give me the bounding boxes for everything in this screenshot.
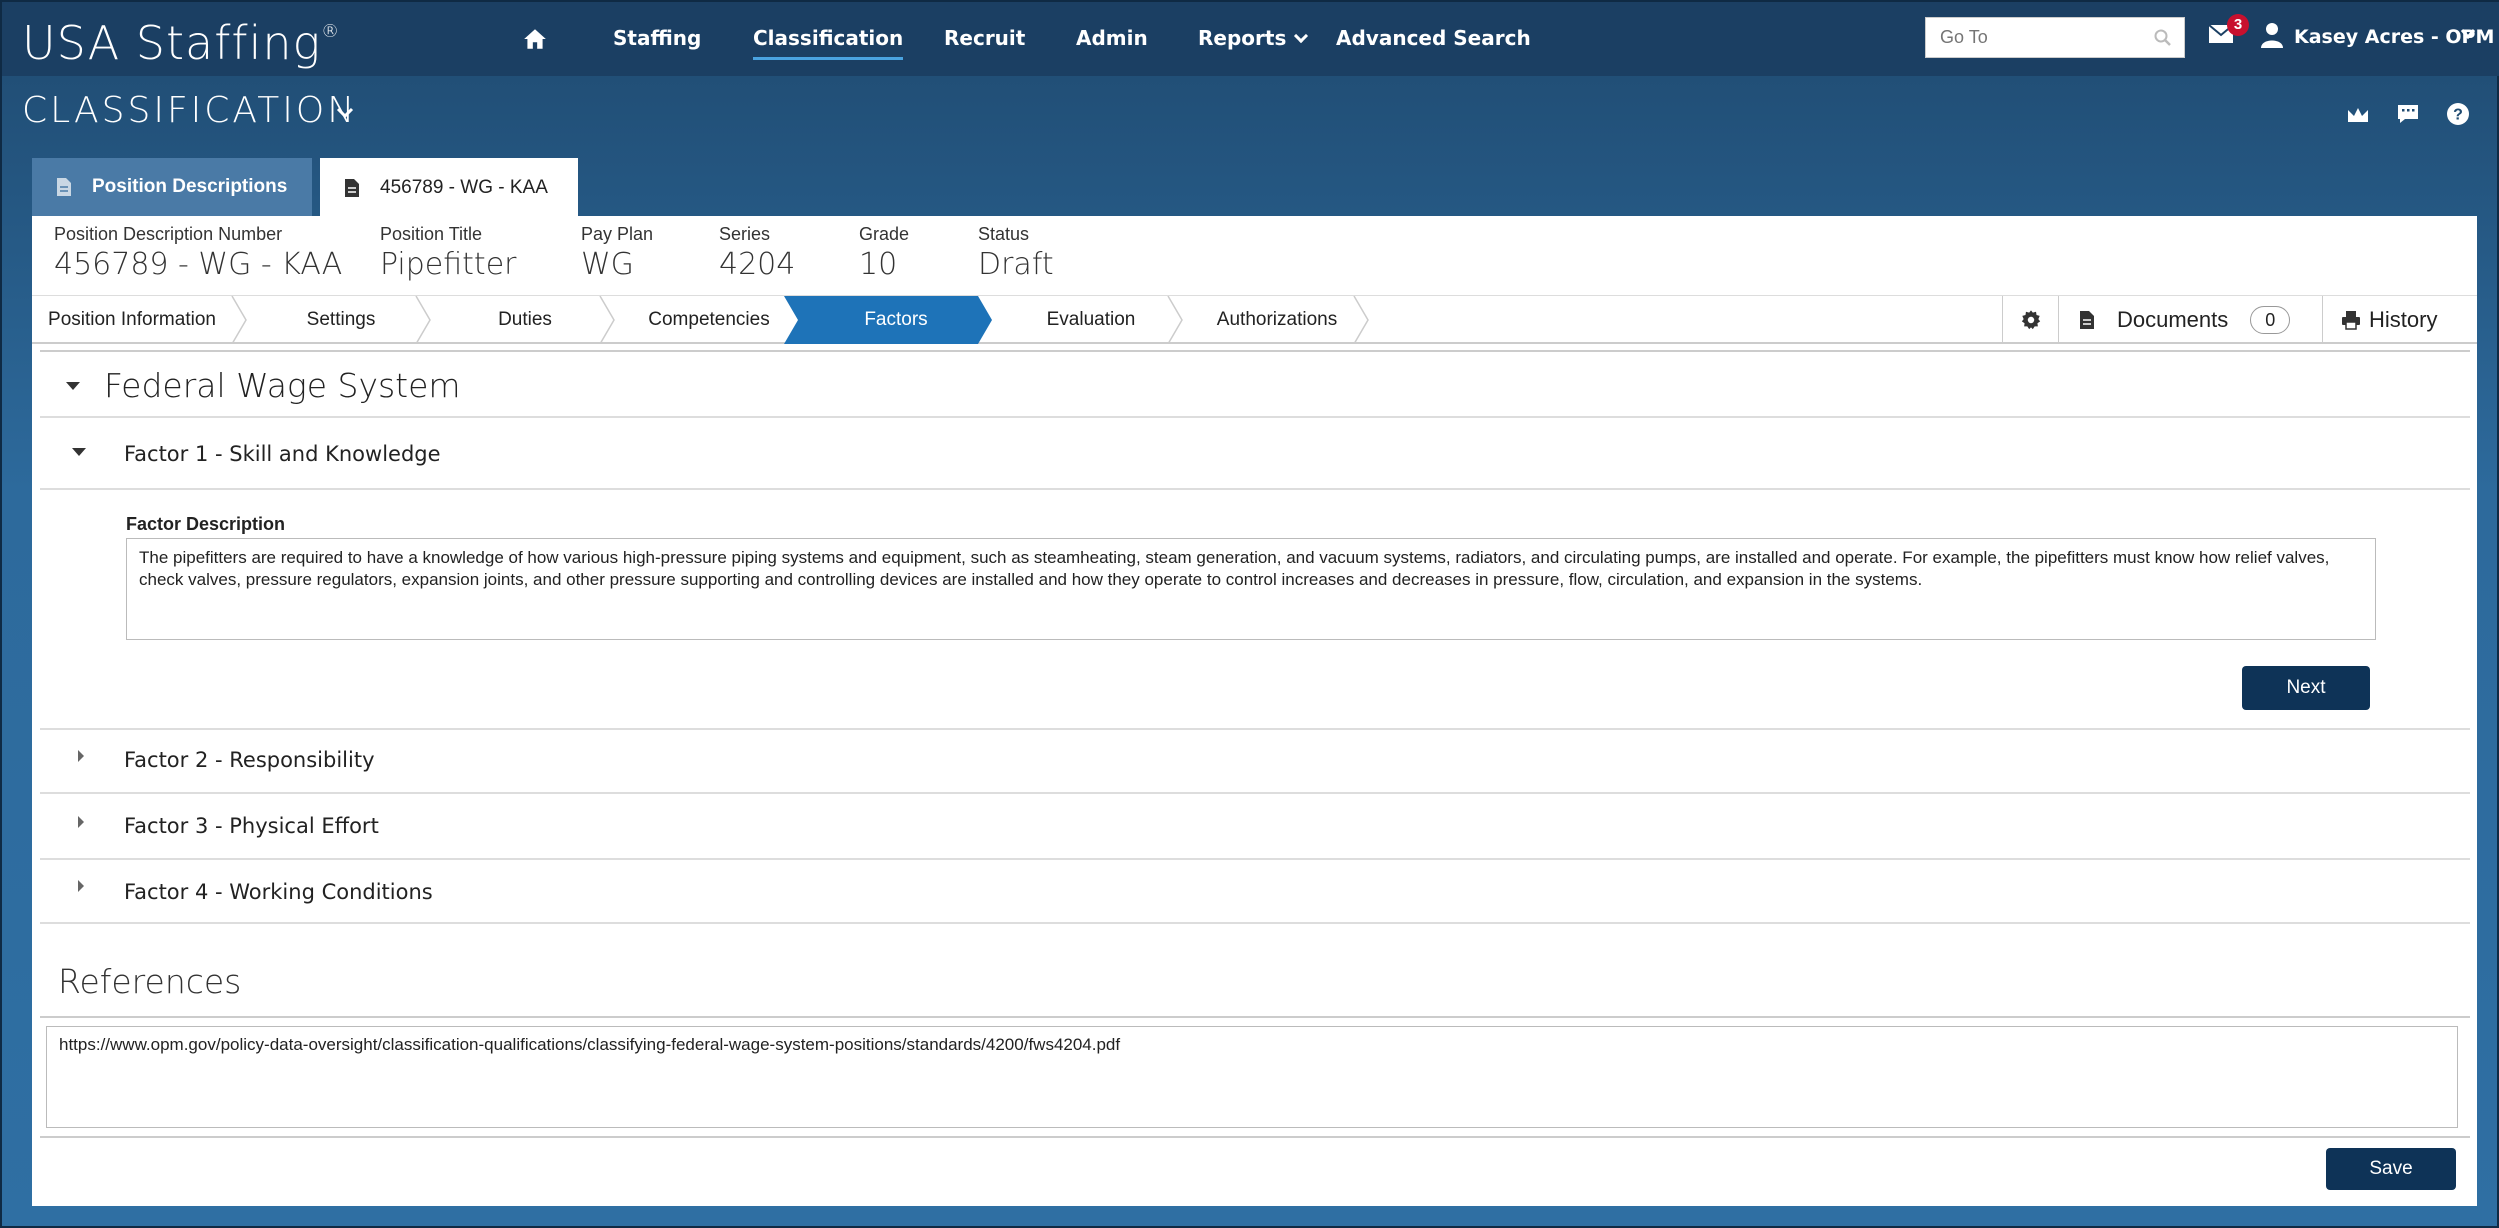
summary-pd-number: Position Description Number 456789 - WG … bbox=[54, 224, 342, 282]
tab-label: Position Descriptions bbox=[92, 176, 288, 197]
factor-title: Factor 2 - Responsibility bbox=[124, 748, 375, 772]
summary-label: Position Description Number bbox=[54, 224, 283, 244]
content-panel: Position Description Number 456789 - WG … bbox=[32, 216, 2477, 1206]
summary-series: Series 4204 bbox=[719, 224, 795, 282]
chevron-down-icon[interactable] bbox=[2460, 28, 2476, 40]
divider bbox=[40, 488, 2470, 490]
summary-label: Status bbox=[978, 224, 1030, 244]
divider bbox=[40, 1016, 2470, 1018]
summary-status: Status Draft bbox=[978, 224, 1054, 282]
section-title: CLASSIFICATION bbox=[22, 90, 358, 131]
step-competencies[interactable]: Competencies bbox=[616, 296, 802, 344]
fws-header[interactable]: Federal Wage System bbox=[40, 352, 2470, 418]
summary-pay-plan: Pay Plan WG bbox=[581, 224, 653, 282]
help-icon[interactable]: ? bbox=[2446, 102, 2470, 126]
document-icon bbox=[345, 179, 359, 197]
expand-icon bbox=[78, 880, 84, 892]
factor-3-panel[interactable]: Factor 3 - Physical Effort bbox=[40, 794, 2470, 860]
summary-position-title: Position Title Pipefitter bbox=[380, 224, 516, 282]
factor-title: Factor 3 - Physical Effort bbox=[124, 814, 379, 838]
summary-value: 4204 bbox=[719, 247, 796, 282]
step-evaluation[interactable]: Evaluation bbox=[998, 296, 1184, 344]
document-icon bbox=[57, 178, 71, 196]
dashboard-icon[interactable] bbox=[2346, 102, 2370, 126]
fws-title: Federal Wage System bbox=[104, 366, 461, 405]
factor-title: Factor 4 - Working Conditions bbox=[124, 880, 433, 904]
divider bbox=[40, 1136, 2470, 1138]
save-button[interactable]: Save bbox=[2326, 1148, 2456, 1190]
step-factors[interactable]: Factors bbox=[814, 296, 978, 344]
tab-position-record[interactable]: 456789 - WG - KAA bbox=[320, 158, 578, 218]
svg-text:?: ? bbox=[2453, 107, 2463, 124]
collapse-icon[interactable] bbox=[72, 448, 86, 456]
history-label: History bbox=[2369, 307, 2438, 332]
summary-value: 456789 - WG - KAA bbox=[54, 247, 343, 282]
factor-title[interactable]: Factor 1 - Skill and Knowledge bbox=[124, 442, 441, 466]
fws-section: Federal Wage System Factor 1 - Skill and… bbox=[40, 350, 2470, 978]
documents-count-badge: 0 bbox=[2250, 306, 2291, 334]
nav-classification[interactable]: Classification bbox=[753, 26, 904, 60]
position-summary: Position Description Number 456789 - WG … bbox=[32, 216, 2477, 296]
step-active-left-notch bbox=[784, 296, 814, 344]
documents-label: Documents bbox=[2117, 307, 2229, 332]
tab-label: 456789 - WG - KAA bbox=[380, 177, 548, 198]
summary-value: 10 bbox=[859, 247, 898, 282]
factor-1-panel: Factor 1 - Skill and Knowledge Factor De… bbox=[40, 418, 2470, 730]
step-position-information[interactable]: Position Information bbox=[32, 296, 232, 344]
chevron-down-icon[interactable] bbox=[336, 106, 354, 120]
summary-grade: Grade 10 bbox=[859, 224, 909, 282]
factor-description-field[interactable]: The pipefitters are required to have a k… bbox=[126, 538, 2376, 640]
step-duties[interactable]: Duties bbox=[432, 296, 618, 344]
references-title: References bbox=[58, 962, 242, 1001]
factor-4-panel[interactable]: Factor 4 - Working Conditions bbox=[40, 860, 2470, 924]
chat-icon[interactable] bbox=[2396, 102, 2420, 126]
step-settings[interactable]: Settings bbox=[248, 296, 434, 344]
mail-count-badge: 3 bbox=[2227, 14, 2249, 36]
summary-label: Series bbox=[719, 224, 771, 244]
summary-label: Grade bbox=[859, 224, 910, 244]
nav-reports[interactable]: Reports bbox=[1198, 26, 1309, 50]
summary-value: Pipefitter bbox=[380, 247, 517, 282]
factor-description-label: Factor Description bbox=[126, 514, 286, 534]
user-icon bbox=[2261, 23, 2283, 48]
summary-label: Position Title bbox=[380, 224, 483, 244]
goto-input[interactable] bbox=[1926, 18, 2146, 57]
goto-search bbox=[1925, 17, 2185, 58]
app-logo[interactable]: USA Staffing® bbox=[22, 16, 340, 70]
summary-value: WG bbox=[581, 247, 634, 282]
home-icon[interactable] bbox=[522, 26, 548, 52]
next-button[interactable]: Next bbox=[2242, 666, 2370, 710]
settings-button[interactable] bbox=[2002, 296, 2058, 344]
nav-staffing[interactable]: Staffing bbox=[613, 26, 701, 50]
nav-advanced-search[interactable]: Advanced Search bbox=[1336, 26, 1531, 50]
expand-icon bbox=[78, 816, 84, 828]
factor-2-panel[interactable]: Factor 2 - Responsibility bbox=[40, 730, 2470, 794]
step-authorizations[interactable]: Authorizations bbox=[1184, 296, 1370, 344]
summary-label: Pay Plan bbox=[581, 224, 654, 244]
step-navigation: Position Information Settings Duties Com… bbox=[32, 296, 2477, 344]
history-button[interactable]: History bbox=[2322, 296, 2477, 344]
nav-reports-label: Reports bbox=[1198, 26, 1287, 50]
chevron-down-icon bbox=[1294, 28, 1309, 44]
document-icon bbox=[2080, 311, 2094, 329]
step-separator bbox=[1353, 296, 1369, 344]
top-navigation: USA Staffing® Staffing Classification Re… bbox=[2, 2, 2499, 76]
summary-value: Draft bbox=[978, 247, 1054, 282]
printer-icon bbox=[2342, 311, 2360, 330]
nav-admin[interactable]: Admin bbox=[1076, 26, 1148, 50]
search-icon[interactable] bbox=[2154, 29, 2172, 47]
collapse-icon bbox=[66, 382, 80, 390]
tab-position-descriptions[interactable]: Position Descriptions bbox=[32, 158, 312, 216]
documents-button[interactable]: Documents 0 bbox=[2058, 296, 2322, 344]
nav-recruit[interactable]: Recruit bbox=[944, 26, 1025, 50]
gear-icon bbox=[2021, 310, 2040, 330]
references-field[interactable]: https://www.opm.gov/policy-data-oversigh… bbox=[46, 1026, 2458, 1128]
app-page: USA Staffing® Staffing Classification Re… bbox=[0, 0, 2499, 1228]
expand-icon bbox=[78, 750, 84, 762]
